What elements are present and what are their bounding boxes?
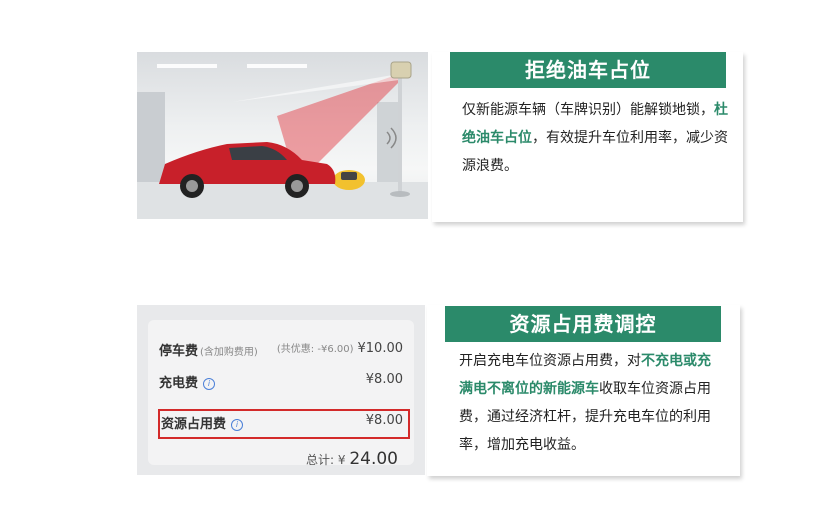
total-value: 24.00 [349,449,398,469]
fee-amount: ¥10.00 [357,341,404,356]
smart-lock-illustration [137,52,428,219]
fee-label: 停车费 [159,344,199,359]
info-icon[interactable]: i [231,419,244,431]
feature-title: 拒绝油车占位 [450,52,726,88]
description-text: 开启充电车位资源占用费，对 [459,353,641,369]
receipt-panel: 停车费 (含加购费用) (共优惠: -¥6.00) ¥10.00 充电费 i ¥8.0… [148,320,414,469]
feature-card-no-fuel-car: 拒绝油车占位 仅新能源车辆（车牌识别）能解锁地锁，杜绝油车占位，有效提升车位利用… [432,52,743,222]
fee-note: (含加购费用) [200,347,258,358]
camera-icon [390,61,412,79]
receipt-row-charging: 充电费 i ¥8.00 [159,368,403,394]
info-icon[interactable]: i [203,378,216,390]
feature-description: 仅新能源车辆（车牌识别）能解锁地锁，杜绝油车占位，有效提升车位利用率，减少资源浪… [462,96,732,180]
description-text: 仅新能源车辆（车牌识别）能解锁地锁， [462,102,714,118]
total-currency: ¥ [337,453,346,467]
fee-label: 资源占用费 [161,417,227,432]
fee-amount: ¥8.00 [365,372,403,387]
fee-receipt-screenshot: 停车费 (含加购费用) (共优惠: -¥6.00) ¥10.00 充电费 i ¥8.0… [137,305,425,475]
receipt-total: 总计: ¥ 24.00 [306,449,398,469]
fee-amount: ¥8.00 [365,413,403,428]
total-label: 总计: [305,453,335,467]
fee-label: 充电费 [159,376,199,391]
feature-description: 开启充电车位资源占用费，对不充电或充满电不离位的新能源车收取车位资源占用费，通过… [459,347,721,459]
feature-title: 资源占用费调控 [445,306,721,342]
feature-card-occupancy-fee: 资源占用费调控 开启充电车位资源占用费，对不充电或充满电不离位的新能源车收取车位… [427,305,740,476]
parking-scene-graphic [137,61,428,219]
receipt-row-parking: 停车费 (含加购费用) (共优惠: -¥6.00) ¥10.00 [159,336,403,362]
receipt-row-occupancy: 资源占用费 i ¥8.00 [158,409,410,439]
fee-discount: (共优惠: -¥6.00) [276,344,354,355]
